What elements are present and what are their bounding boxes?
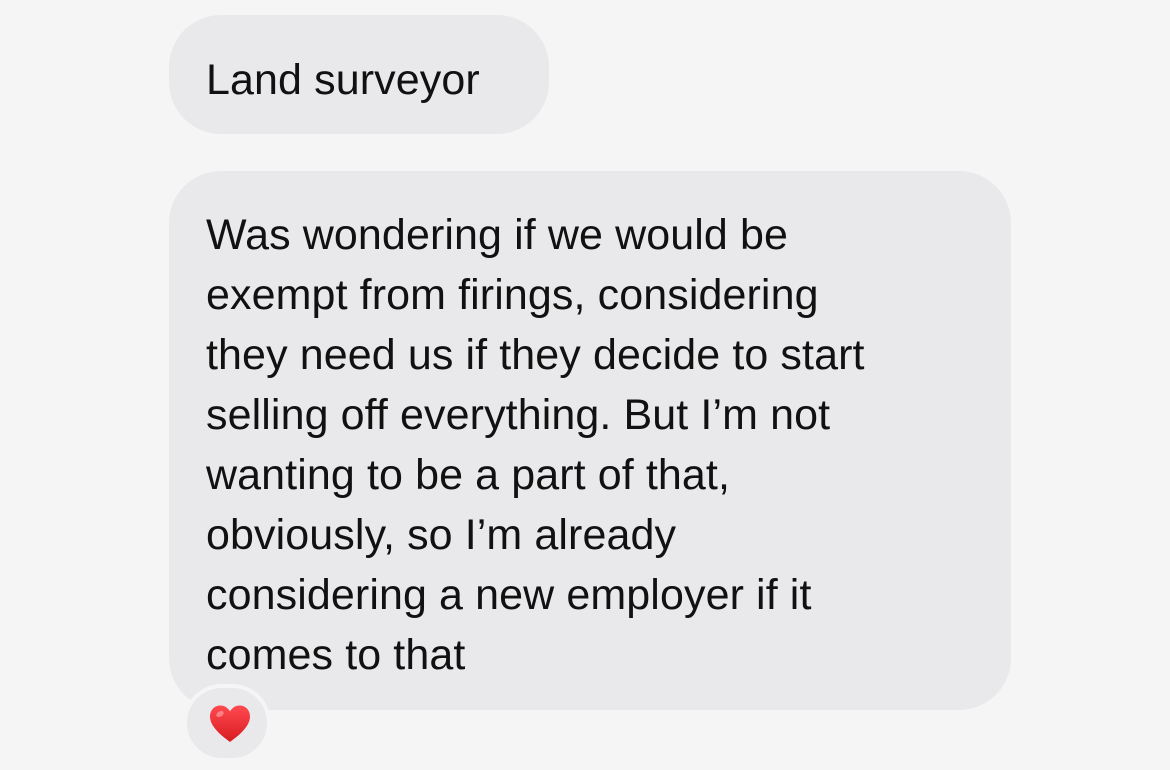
message-bubble[interactable]: Was wondering if we would be exempt from… bbox=[169, 171, 1011, 710]
message-line: wanting to be a part of that, bbox=[206, 451, 731, 499]
message-text: Land surveyor bbox=[206, 50, 549, 110]
message-line: selling off everything. But I’m not bbox=[206, 391, 831, 439]
message-line: obviously, so I’m already bbox=[206, 511, 677, 559]
message-line: comes to that bbox=[206, 631, 466, 679]
message-line: Land surveyor bbox=[206, 56, 480, 104]
reaction-badge[interactable] bbox=[183, 684, 271, 762]
message-line: they need us if they decide to start bbox=[206, 331, 865, 379]
message-line: considering a new employer if it bbox=[206, 571, 812, 619]
message-thread: Land surveyor Was wondering if we would … bbox=[0, 0, 1170, 770]
message-bubble[interactable]: Land surveyor bbox=[169, 15, 549, 134]
heart-icon bbox=[210, 705, 250, 742]
message-line: Was wondering if we would be bbox=[206, 211, 788, 259]
message-text: Was wondering if we would be exempt from… bbox=[206, 205, 991, 685]
message-line: exempt from firings, considering bbox=[206, 271, 819, 319]
